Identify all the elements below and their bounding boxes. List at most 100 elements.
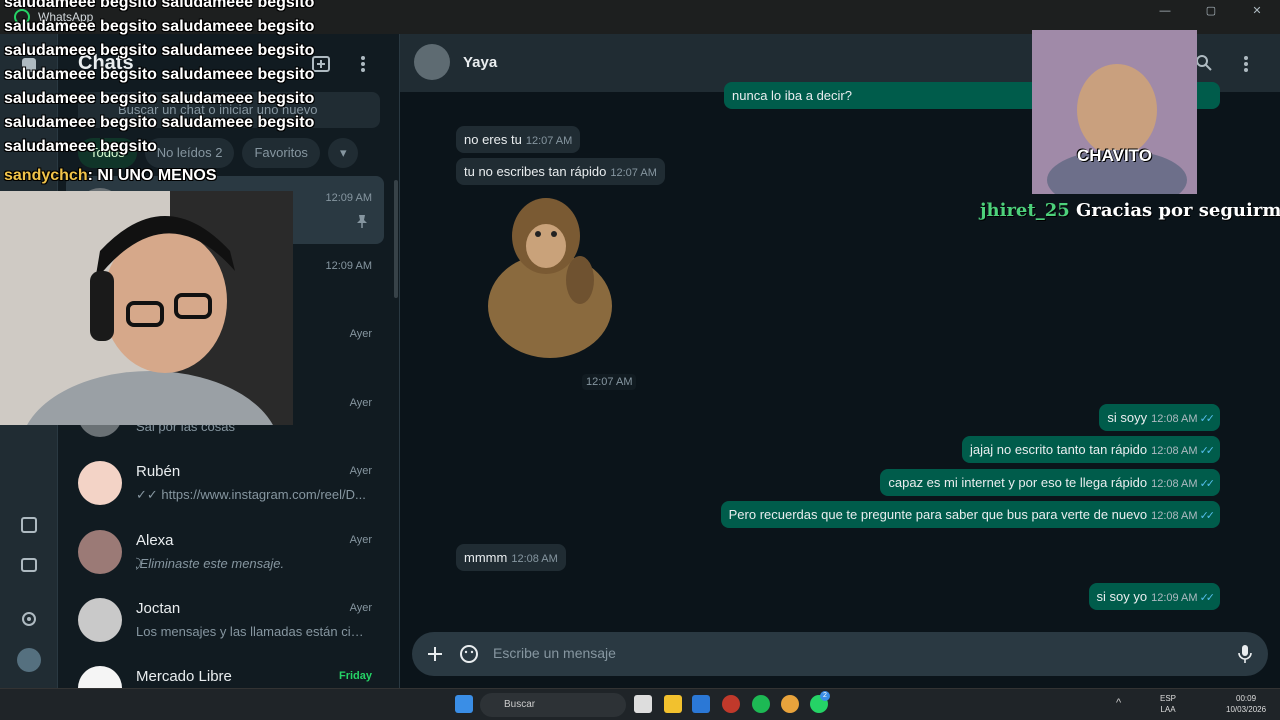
chat-name: Alexa <box>136 532 174 549</box>
chat-name: Rubén <box>136 463 181 480</box>
webcam-image <box>0 191 293 425</box>
monkey-sticker-image <box>488 198 612 358</box>
overlay-chat-message: sandychch: NI UNO MENOS <box>4 167 216 185</box>
message-composer: Escribe un mensaje <box>412 632 1268 676</box>
chat-time: Ayer <box>349 465 372 477</box>
close-button[interactable]: ✕ <box>1234 0 1280 22</box>
file-explorer-icon[interactable] <box>664 695 682 713</box>
clock[interactable]: 00:09 10/03/2026 <box>1226 693 1266 715</box>
taskbar-search[interactable]: Buscar <box>480 693 626 717</box>
clock-time: 00:09 <box>1236 694 1257 703</box>
message-time: 12:08 AM <box>1151 510 1198 522</box>
message-time: 12:07 AM <box>610 167 657 179</box>
message-text: no eres tu <box>464 132 522 147</box>
chat-row[interactable]: Joctan Ayer Los mensajes y las llamadas … <box>66 586 384 654</box>
emoji-sticker-icon[interactable] <box>459 644 479 664</box>
attach-plus-icon[interactable] <box>426 645 444 663</box>
message-text: capaz es mi internet y por eso te llega … <box>888 475 1148 490</box>
alert-overlay: CHAVITO <box>1032 30 1197 194</box>
profile-avatar[interactable] <box>17 648 41 672</box>
chrome-icon[interactable] <box>781 695 799 713</box>
task-view-icon[interactable] <box>634 695 652 713</box>
chat-time: 12:09 AM <box>325 260 372 272</box>
message-text: jajaj no escrito tanto tan rápido <box>970 442 1148 457</box>
chat-time: Ayer <box>349 397 372 409</box>
status-icon[interactable] <box>18 514 40 536</box>
message-input[interactable]: Escribe un mensaje <box>493 645 616 661</box>
message-incoming[interactable]: mmmm 12:08 AM <box>456 544 566 571</box>
message-outgoing[interactable]: Pero recuerdas que te pregunte para sabe… <box>720 501 1220 528</box>
chat-row[interactable]: Alexa Ayer ⃠ Eliminaste este mensaje. <box>66 518 384 586</box>
microphone-icon[interactable] <box>1238 644 1252 664</box>
filter-unread[interactable]: No leídos 2 <box>144 138 235 168</box>
avatar <box>78 461 122 505</box>
media-icon[interactable] <box>18 554 40 576</box>
chat-preview: Los mensajes y las llamadas están cifr..… <box>136 624 366 639</box>
overlay-chat-user: sandychch <box>4 167 88 184</box>
chat-time: Ayer <box>349 534 372 546</box>
message-time: 12:08 AM <box>1151 413 1198 425</box>
overlay-spam-line: saludameee begsito saludameee begsito <box>4 66 315 83</box>
store-icon[interactable] <box>692 695 710 713</box>
pin-icon <box>357 215 367 228</box>
tray-chevron-icon[interactable]: ^ <box>1116 697 1121 709</box>
message-incoming[interactable]: no eres tu 12:07 AM <box>456 126 581 153</box>
message-time: 12:08 AM <box>511 553 558 565</box>
message-incoming[interactable]: tu no escribes tan rápido 12:07 AM <box>456 158 665 185</box>
windows-start-icon[interactable] <box>455 695 473 713</box>
settings-gear-icon[interactable] <box>18 608 40 630</box>
alert-image <box>1032 30 1197 194</box>
menu-dots-icon[interactable] <box>1241 54 1251 74</box>
message-time: 12:07 AM <box>525 135 573 147</box>
alert-label: CHAVITO <box>1077 146 1152 165</box>
message-outgoing[interactable]: si soyy 12:08 AM ✓✓ <box>1099 404 1220 431</box>
message-outgoing[interactable]: si soy yo 12:09 AM ✓✓ <box>1088 583 1220 610</box>
follow-alert: jhiret_25 Gracias por seguirme!! <box>980 200 1280 221</box>
chat-time: 12:09 AM <box>325 192 372 204</box>
message-time: 12:08 AM <box>1151 445 1198 457</box>
lang-top: ESP <box>1160 694 1177 703</box>
minimize-button[interactable]: — <box>1142 0 1188 22</box>
overlay-spam-line: saludameee begsito saludameee begsito <box>4 18 315 35</box>
maximize-button[interactable]: ▢ <box>1188 0 1234 22</box>
monkey-sticker[interactable] <box>476 188 622 362</box>
menu-dots-icon[interactable] <box>358 54 368 74</box>
overlay-spam-line: saludameee begsito saludameee begsito <box>4 114 315 131</box>
chat-time: Friday <box>338 670 372 682</box>
filter-favorites[interactable]: Favoritos <box>242 138 320 168</box>
message-outgoing[interactable]: jajaj no escrito tanto tan rápido 12:08 A… <box>962 436 1220 463</box>
message-outgoing[interactable]: capaz es mi internet y por eso te llega … <box>880 469 1220 496</box>
language-indicator[interactable]: ESP LAA <box>1160 693 1176 715</box>
message-time: 12:08 AM <box>1151 478 1198 490</box>
read-ticks-icon: ✓✓ <box>1199 445 1216 457</box>
taskbar: Buscar 2 ^ ESP LAA 00:09 10/03/2026 <box>0 688 1280 720</box>
message-text: si soy yo <box>1096 589 1148 604</box>
message-text: tu no escribes tan rápido <box>464 164 607 179</box>
read-ticks-icon: ✓✓ <box>1199 478 1216 490</box>
avatar <box>78 598 122 642</box>
message-text: si soyy <box>1107 410 1148 425</box>
chat-row[interactable]: Mercado Libre Friday <box>66 654 384 688</box>
spotify-icon[interactable] <box>752 695 770 713</box>
chat-name: Joctan <box>136 600 181 617</box>
chat-list-scrollbar[interactable] <box>394 180 398 298</box>
message-text: mmmm <box>464 550 508 565</box>
contact-name[interactable]: Yaya <box>463 54 497 71</box>
obs-icon[interactable] <box>722 695 740 713</box>
sticker-time: 12:07 AM <box>582 374 637 390</box>
chat-time: Ayer <box>349 602 372 614</box>
contact-avatar[interactable] <box>414 44 450 80</box>
read-ticks-icon: ✓✓ <box>1199 413 1216 425</box>
message-time: 12:09 AM <box>1151 592 1198 604</box>
overlay-spam-line: saludameee begsito saludameee begsito <box>4 42 315 59</box>
search-icon[interactable] <box>1195 54 1213 72</box>
filter-more[interactable]: ▾ <box>327 138 359 168</box>
taskbar-badge: 2 <box>820 691 830 701</box>
chat-name: Mercado Libre <box>136 668 232 685</box>
overlay-spam-line: saludameee begsito <box>4 138 157 155</box>
chat-preview: ✓✓ https://www.instagram.com/reel/D... <box>136 487 366 502</box>
chat-row[interactable]: Rubén Ayer ✓✓ https://www.instagram.com/… <box>66 449 384 517</box>
chat-preview: ⃠ Eliminaste este mensaje. <box>136 556 285 571</box>
read-ticks-icon: ✓✓ <box>1199 592 1216 604</box>
read-ticks-icon: ✓✓ <box>1199 510 1216 522</box>
